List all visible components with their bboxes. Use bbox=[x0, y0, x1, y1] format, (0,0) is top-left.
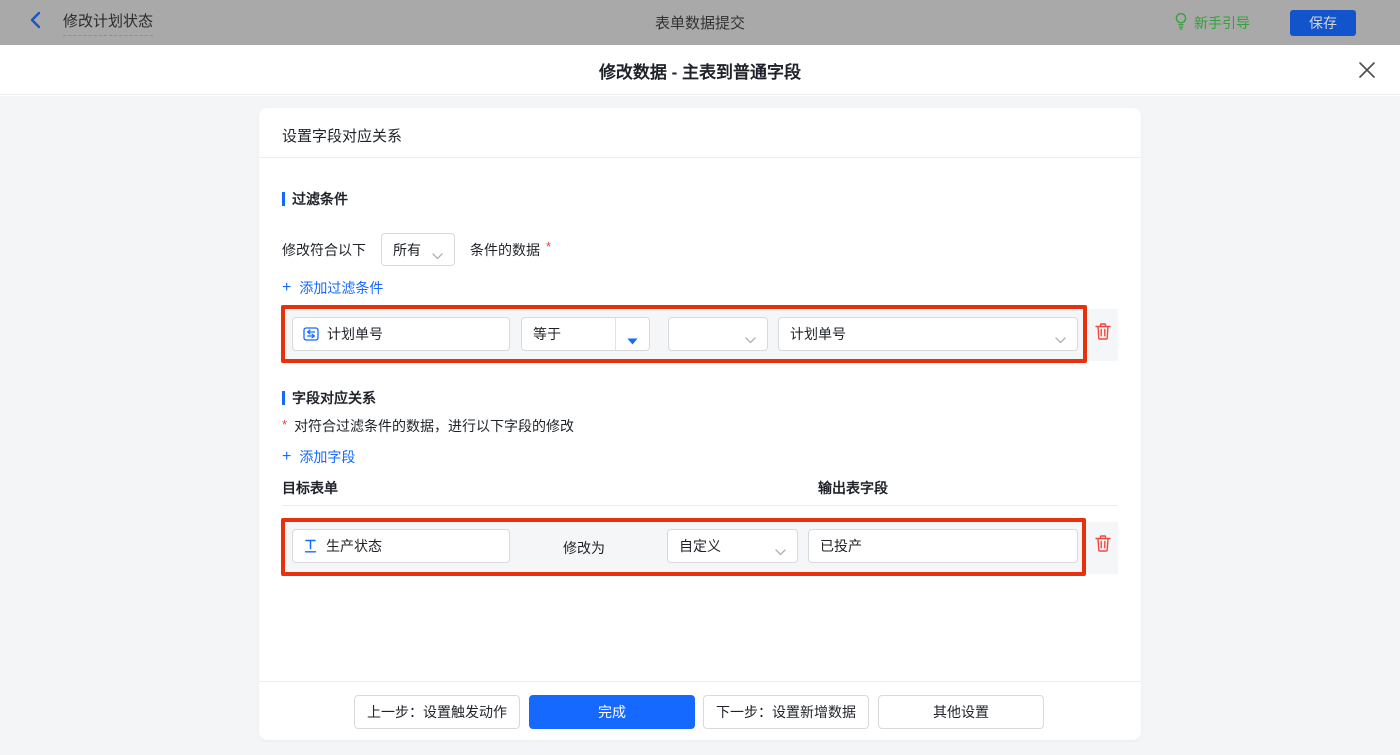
prev-step-button[interactable]: 上一步：设置触发动作 bbox=[354, 695, 520, 729]
match-prefix-label: 修改符合以下 bbox=[282, 241, 366, 258]
filter-value-type-select[interactable] bbox=[668, 317, 768, 351]
caret-down-filled-icon bbox=[627, 332, 638, 348]
chevron-down-icon bbox=[432, 247, 443, 263]
match-condition-row: 修改符合以下 所有 条件的数据 * bbox=[282, 233, 551, 266]
filter-field-select[interactable]: 计划单号 bbox=[292, 317, 510, 351]
modal-body: 设置字段对应关系 过滤条件 修改符合以下 所有 条件的数据 * + 添加过滤条件… bbox=[0, 96, 1400, 755]
trash-icon bbox=[1093, 533, 1113, 559]
mapping-value-input[interactable]: 已投产 bbox=[808, 529, 1078, 563]
add-filter-condition-label: 添加过滤条件 bbox=[299, 280, 384, 296]
mapping-description-row: * 对符合过滤条件的数据，进行以下字段的修改 bbox=[282, 416, 574, 436]
lightbulb-icon bbox=[1174, 12, 1188, 34]
column-header-target-form: 目标表单 bbox=[282, 480, 338, 496]
mapping-mode-select[interactable]: 自定义 bbox=[667, 529, 798, 563]
plus-icon: + bbox=[282, 448, 292, 465]
topbar-right: 新手引导 保存 bbox=[1174, 0, 1356, 45]
add-field-label: 添加字段 bbox=[299, 449, 356, 465]
column-header-output-field: 输出表字段 bbox=[818, 480, 888, 496]
plus-icon: + bbox=[282, 279, 292, 296]
modify-to-label: 修改为 bbox=[563, 540, 605, 556]
required-mark: * bbox=[282, 417, 288, 432]
topbar: 修改计划状态 表单数据提交 新手引导 保存 bbox=[0, 0, 1400, 45]
add-filter-condition-link[interactable]: + 添加过滤条件 bbox=[282, 278, 383, 298]
mapping-description: 对符合过滤条件的数据，进行以下字段的修改 bbox=[294, 418, 575, 434]
save-button[interactable]: 保存 bbox=[1290, 9, 1356, 36]
next-step-button[interactable]: 下一步：设置新增数据 bbox=[703, 695, 869, 729]
chevron-down-icon bbox=[775, 543, 786, 559]
filter-field-value: 计划单号 bbox=[327, 326, 383, 342]
mapping-section-label: 字段对应关系 bbox=[292, 390, 376, 406]
filter-operator-select[interactable]: 等于 bbox=[521, 317, 650, 351]
text-field-icon bbox=[303, 538, 318, 554]
mapping-field-value: 生产状态 bbox=[326, 538, 382, 554]
mapping-value-text: 已投产 bbox=[820, 538, 862, 554]
screen: 修改计划状态 表单数据提交 新手引导 保存 修改数据 - 主表到普通字段 设置字… bbox=[0, 0, 1400, 755]
other-settings-button[interactable]: 其他设置 bbox=[878, 695, 1044, 729]
beginner-guide-button[interactable]: 新手引导 bbox=[1174, 12, 1250, 34]
flow-title[interactable]: 修改计划状态 bbox=[63, 10, 154, 36]
add-field-link[interactable]: + 添加字段 bbox=[282, 447, 355, 467]
modal-header: 修改数据 - 主表到普通字段 bbox=[0, 45, 1400, 95]
serial-field-icon bbox=[303, 326, 319, 342]
required-mark: * bbox=[546, 239, 552, 254]
beginner-guide-label: 新手引导 bbox=[1194, 14, 1250, 31]
chevron-down-icon bbox=[745, 331, 756, 347]
filter-compare-field-value: 计划单号 bbox=[790, 326, 846, 342]
match-scope-value: 所有 bbox=[393, 241, 421, 258]
filter-operator-value: 等于 bbox=[533, 326, 561, 342]
delete-mapping-row-button[interactable] bbox=[1092, 535, 1114, 557]
match-suffix-label: 条件的数据 bbox=[470, 241, 540, 258]
close-icon[interactable] bbox=[1358, 61, 1376, 79]
section-accent-bar bbox=[282, 192, 285, 206]
filter-section-title: 过滤条件 bbox=[282, 189, 348, 209]
card-header-divider bbox=[259, 157, 1141, 158]
mapping-mode-value: 自定义 bbox=[679, 538, 721, 554]
card-title: 设置字段对应关系 bbox=[282, 128, 403, 145]
trash-icon bbox=[1093, 321, 1113, 347]
match-scope-select[interactable]: 所有 bbox=[381, 233, 455, 266]
back-chevron-icon bbox=[28, 11, 43, 34]
delete-filter-row-button[interactable] bbox=[1092, 323, 1114, 345]
card-footer-divider bbox=[259, 681, 1141, 682]
topbar-left: 修改计划状态 bbox=[28, 0, 154, 45]
column-header-divider bbox=[282, 505, 1118, 506]
section-accent-bar bbox=[282, 391, 285, 405]
done-button[interactable]: 完成 bbox=[529, 695, 695, 729]
filter-compare-field-select[interactable]: 计划单号 bbox=[778, 317, 1078, 351]
modal-title: 修改数据 - 主表到普通字段 bbox=[598, 62, 802, 82]
operator-divider bbox=[615, 318, 616, 350]
chevron-down-icon bbox=[1055, 331, 1066, 347]
mapping-section-title: 字段对应关系 bbox=[282, 388, 376, 408]
mapping-field-select[interactable]: 生产状态 bbox=[292, 529, 510, 563]
back-button[interactable] bbox=[28, 11, 43, 34]
settings-card: 设置字段对应关系 过滤条件 修改符合以下 所有 条件的数据 * + 添加过滤条件… bbox=[259, 108, 1141, 740]
filter-section-label: 过滤条件 bbox=[292, 191, 348, 207]
